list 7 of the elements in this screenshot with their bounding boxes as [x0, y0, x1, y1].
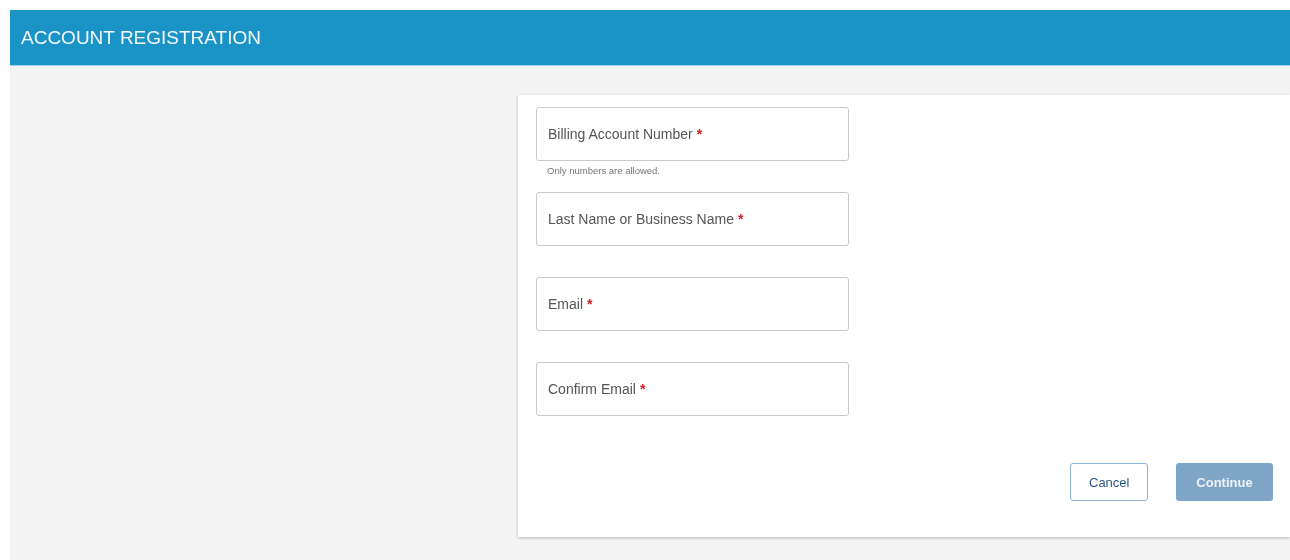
page-title: ACCOUNT REGISTRATION [21, 26, 261, 49]
input-field[interactable]: Billing Account Number * [536, 107, 849, 161]
cancel-button[interactable]: Cancel [1070, 463, 1148, 501]
input-field[interactable]: Confirm Email * [536, 362, 849, 416]
input-field[interactable]: Email * [536, 277, 849, 331]
input-field[interactable]: Last Name or Business Name * [536, 192, 849, 246]
helper-text: Only numbers are allowed. [546, 164, 661, 176]
